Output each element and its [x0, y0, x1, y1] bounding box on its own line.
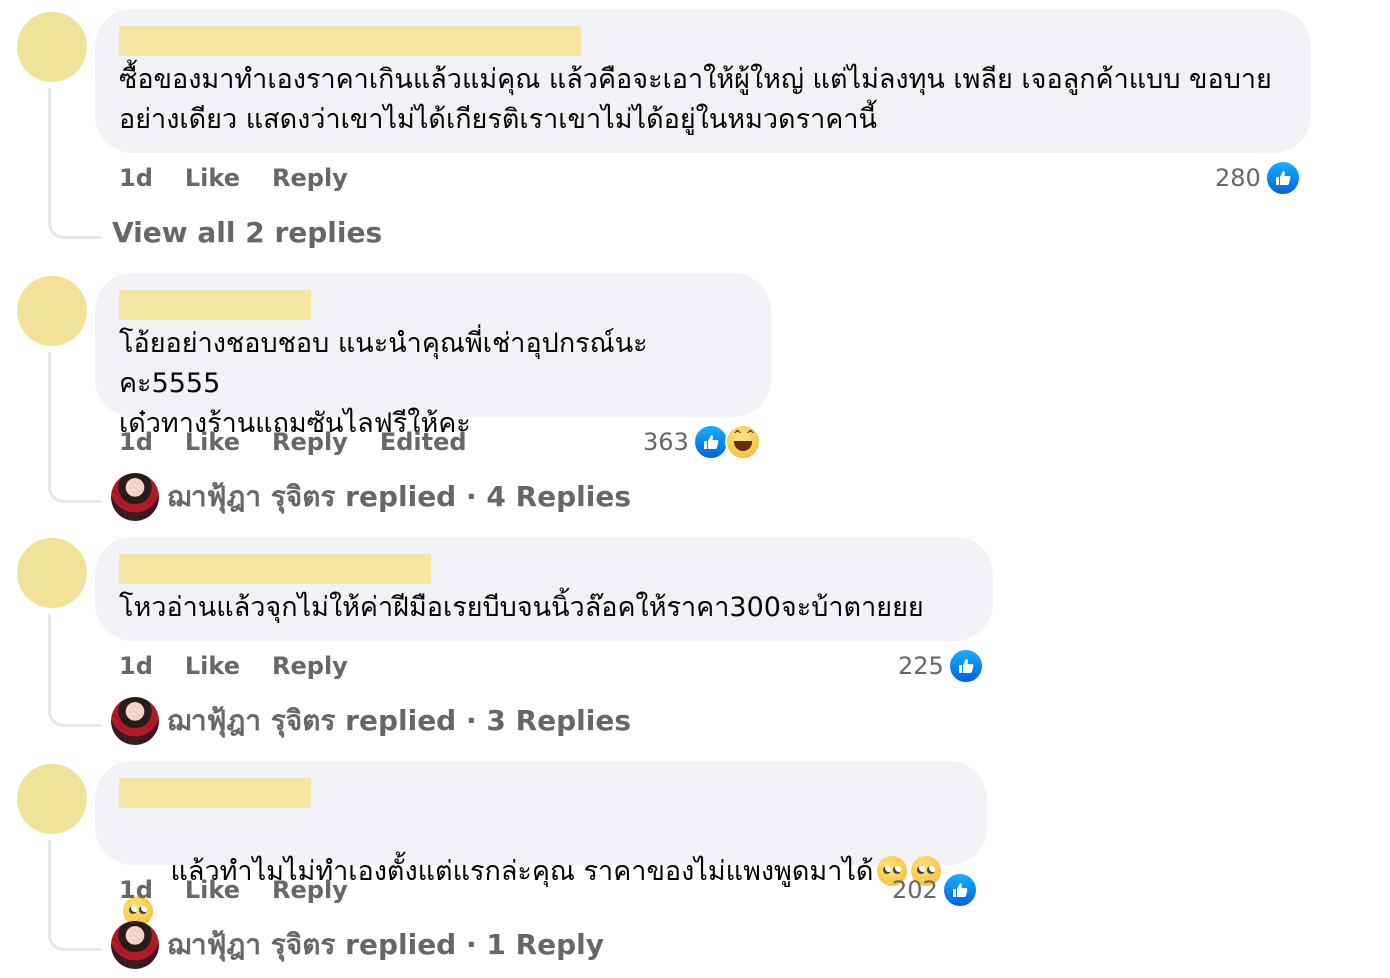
comments-section: ซื้อของมาทำเองราคาเกินแล้วแม่คุณ แล้วคือ…	[0, 0, 1390, 978]
reaction-count: 225	[898, 652, 944, 680]
reply-button[interactable]: Reply	[272, 428, 348, 456]
commenter-name-redacted[interactable]	[119, 26, 581, 56]
reaction-summary[interactable]: 280	[1215, 158, 1301, 198]
reaction-summary[interactable]: 225	[898, 646, 984, 686]
haha-icon	[724, 424, 761, 460]
comment-bubble: โอ้ยอย่างชอบชอบ แนะนำคุณพี่เช่าอุปกรณ์นะ…	[95, 273, 771, 439]
comment-bubble: ซื้อของมาทำเองราคาเกินแล้วแม่คุณ แล้วคือ…	[95, 9, 1311, 153]
replies-summary[interactable]: ฌาฟุ้ฎา รุจิตร replied · 1 Reply	[111, 921, 604, 969]
thread-connector	[48, 352, 101, 503]
replier-avatar	[111, 921, 159, 969]
comment-actions: 1d Like Reply	[119, 873, 348, 907]
replies-summary[interactable]: ฌาฟุ้ฎา รุจิตร replied · 4 Replies	[111, 473, 631, 521]
reaction-count: 280	[1215, 164, 1261, 192]
like-button[interactable]: Like	[185, 428, 240, 456]
comment-actions: 1d Like Reply	[119, 161, 348, 195]
replies-summary-text: ฌาฟุ้ฎา รุจิตร replied · 4 Replies	[167, 480, 632, 513]
like-icon	[692, 424, 729, 460]
like-button[interactable]: Like	[185, 164, 240, 192]
thread-connector	[48, 614, 101, 727]
reaction-count: 363	[643, 428, 689, 456]
reaction-summary[interactable]: 363	[643, 422, 761, 462]
thread-connector	[48, 88, 101, 239]
timestamp[interactable]: 1d	[119, 652, 153, 680]
replies-summary-text: ฌาฟุ้ฎา รุจิตร replied · 3 Replies	[167, 704, 632, 737]
replier-avatar	[111, 697, 159, 745]
commenter-avatar[interactable]	[17, 538, 87, 608]
reply-button[interactable]: Reply	[272, 876, 348, 904]
replies-summary[interactable]: ฌาฟุ้ฎา รุจิตร replied · 3 Replies	[111, 697, 631, 745]
timestamp[interactable]: 1d	[119, 428, 153, 456]
edited-label[interactable]: Edited	[380, 428, 467, 456]
commenter-name-redacted[interactable]	[119, 554, 431, 584]
comment-bubble: แล้วทำไมไม่ทำเองตั้งแต่แรกล่ะคุณ ราคาของ…	[95, 761, 987, 926]
like-icon	[1264, 160, 1301, 196]
like-icon	[941, 872, 978, 908]
commenter-avatar[interactable]	[17, 276, 87, 346]
reaction-count: 202	[892, 876, 938, 904]
reply-button[interactable]: Reply	[272, 164, 348, 192]
comment-actions: 1d Like Reply	[119, 649, 348, 683]
comment-bubble: โหวอ่านแล้วจุกไม่ให้ค่าฝีมือเรยบีบจนนิ้ว…	[95, 537, 993, 641]
commenter-avatar[interactable]	[17, 12, 87, 82]
commenter-avatar[interactable]	[17, 764, 87, 834]
reaction-summary[interactable]: 202	[892, 870, 978, 910]
comment-actions: 1d Like Reply Edited	[119, 425, 467, 459]
comment-text: ซื้อของมาทำเองราคาเกินแล้วแม่คุณ แล้วคือ…	[119, 64, 1272, 135]
commenter-name-redacted[interactable]	[119, 290, 311, 320]
reply-button[interactable]: Reply	[272, 652, 348, 680]
replier-avatar	[111, 473, 159, 521]
timestamp[interactable]: 1d	[119, 164, 153, 192]
like-icon	[947, 648, 984, 684]
comment-text: โหวอ่านแล้วจุกไม่ให้ค่าฝีมือเรยบีบจนนิ้ว…	[119, 592, 924, 623]
commenter-name-redacted[interactable]	[119, 778, 311, 808]
replies-summary-text: ฌาฟุ้ฎา รุจิตร replied · 1 Reply	[167, 928, 605, 961]
like-button[interactable]: Like	[185, 652, 240, 680]
view-all-replies-link[interactable]: View all 2 replies	[112, 216, 382, 249]
thread-connector	[48, 840, 101, 951]
like-button[interactable]: Like	[185, 876, 240, 904]
timestamp[interactable]: 1d	[119, 876, 153, 904]
